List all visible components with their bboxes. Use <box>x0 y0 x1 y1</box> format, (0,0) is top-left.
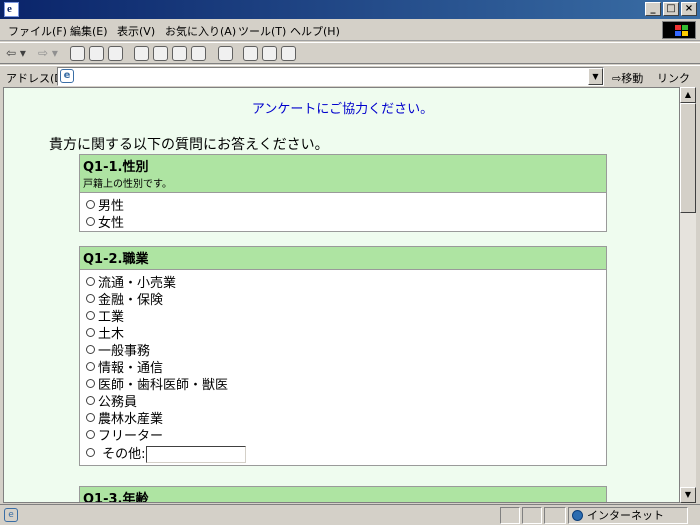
radio-icon[interactable] <box>86 200 95 209</box>
standard-toolbar: ⇦ ▾ ⇨ ▾ <box>0 42 700 64</box>
stop-icon[interactable] <box>70 46 85 61</box>
menu-view[interactable]: 表示(V) <box>117 23 155 39</box>
option-office-work[interactable]: 一般事務 <box>86 340 600 359</box>
address-input[interactable]: e ▼ <box>57 67 604 86</box>
minimize-button[interactable]: _ <box>645 2 661 16</box>
option-female[interactable]: 女性 <box>86 212 600 231</box>
menu-edit[interactable]: 編集(E) <box>70 23 108 39</box>
option-medical[interactable]: 医師・歯科医師・獣医 <box>86 374 600 393</box>
option-agriculture[interactable]: 農林水産業 <box>86 408 600 427</box>
status-panel <box>544 507 566 524</box>
question-title: Q1-1.性別 <box>83 160 149 175</box>
menu-help[interactable]: ヘルプ(H) <box>290 23 340 39</box>
menu-bar: ファイル(F) 編集(E) 表示(V) お気に入り(A) ツール(T) ヘルプ(… <box>0 19 700 41</box>
ie-app-icon[interactable]: e <box>4 2 19 17</box>
edit-icon[interactable] <box>262 46 277 61</box>
maximize-button[interactable]: □ <box>663 2 679 16</box>
page-icon: e <box>60 69 74 83</box>
media-icon[interactable] <box>172 46 187 61</box>
page-status-icon: e <box>4 508 18 522</box>
scroll-up-icon[interactable]: ▲ <box>680 87 696 103</box>
status-panel <box>500 507 520 524</box>
security-zone: インターネット <box>568 507 688 524</box>
address-bar: アドレス(D) e ▼ ⇨移動 リンク <box>0 65 700 87</box>
go-label: 移動 <box>621 72 644 85</box>
radio-icon[interactable] <box>86 362 95 371</box>
question-occupation: Q1-2.職業 流通・小売業 金融・保険 工業 土木 一般事務 情報・通信 医師… <box>79 246 607 466</box>
mail-icon[interactable] <box>218 46 233 61</box>
zone-label: インターネット <box>587 509 664 522</box>
menu-favorites[interactable]: お気に入り(A) <box>165 23 236 39</box>
menu-file[interactable]: ファイル(F) <box>8 23 67 39</box>
question-options: 流通・小売業 金融・保険 工業 土木 一般事務 情報・通信 医師・歯科医師・獣医… <box>80 269 606 465</box>
window-controls: _ □ × <box>645 2 697 16</box>
search-icon[interactable] <box>134 46 149 61</box>
option-label: その他: <box>102 447 146 462</box>
scroll-down-icon[interactable]: ▼ <box>680 487 696 503</box>
refresh-icon[interactable] <box>89 46 104 61</box>
scroll-thumb[interactable] <box>680 103 696 213</box>
other-occupation-input[interactable] <box>145 446 246 463</box>
globe-icon <box>572 510 583 521</box>
radio-icon[interactable] <box>86 448 95 457</box>
option-label: フリーター <box>98 429 164 444</box>
option-civil-engineering[interactable]: 土木 <box>86 323 600 342</box>
favorites-icon[interactable] <box>153 46 168 61</box>
option-it[interactable]: 情報・通信 <box>86 357 600 376</box>
question-header: Q1-1.性別 戸籍上の性別です。 <box>80 155 606 192</box>
radio-icon[interactable] <box>86 277 95 286</box>
radio-icon[interactable] <box>86 430 95 439</box>
question-gender: Q1-1.性別 戸籍上の性別です。 男性 女性 <box>79 154 607 232</box>
option-finance[interactable]: 金融・保険 <box>86 289 600 308</box>
vertical-scrollbar[interactable]: ▲ ▼ <box>680 87 696 503</box>
option-male[interactable]: 男性 <box>86 195 600 214</box>
status-bar: e インターネット <box>0 504 700 525</box>
option-other[interactable]: その他: <box>86 442 600 463</box>
radio-icon[interactable] <box>86 294 95 303</box>
question-options: 男性 女性 <box>80 192 606 231</box>
question-age: Q1-3.年齢 <box>79 486 607 503</box>
history-icon[interactable] <box>191 46 206 61</box>
print-icon[interactable] <box>243 46 258 61</box>
radio-icon[interactable] <box>86 345 95 354</box>
menu-tools[interactable]: ツール(T) <box>238 23 286 39</box>
radio-icon[interactable] <box>86 379 95 388</box>
option-civil-servant[interactable]: 公務員 <box>86 391 600 410</box>
radio-icon[interactable] <box>86 328 95 337</box>
radio-icon[interactable] <box>86 217 95 226</box>
question-header: Q1-2.職業 <box>80 247 606 269</box>
page-viewport: アンケートにご協力ください。 貴方に関する以下の質問にお答えください。 Q1-1… <box>3 87 680 503</box>
discuss-icon[interactable] <box>281 46 296 61</box>
forward-icon[interactable]: ⇨ ▾ <box>38 46 58 62</box>
question-header: Q1-3.年齢 <box>80 487 606 503</box>
option-label: 女性 <box>98 216 125 231</box>
option-retail[interactable]: 流通・小売業 <box>86 272 600 291</box>
radio-icon[interactable] <box>86 311 95 320</box>
question-title: Q1-3.年齢 <box>83 492 149 503</box>
page-heading: アンケートにご協力ください。 <box>251 102 434 117</box>
links-button[interactable]: リンク <box>657 70 690 86</box>
radio-icon[interactable] <box>86 413 95 422</box>
question-subtitle: 戸籍上の性別です。 <box>83 179 172 190</box>
intro-text: 貴方に関する以下の質問にお答えください。 <box>49 137 329 153</box>
status-panel <box>522 507 542 524</box>
windows-logo-icon <box>662 21 696 39</box>
option-freeter[interactable]: フリーター <box>86 425 600 444</box>
close-button[interactable]: × <box>681 2 697 16</box>
question-title: Q1-2.職業 <box>83 252 149 267</box>
address-dropdown-icon[interactable]: ▼ <box>588 68 603 85</box>
title-bar: e _ □ × <box>0 0 700 19</box>
radio-icon[interactable] <box>86 396 95 405</box>
option-industry[interactable]: 工業 <box>86 306 600 325</box>
home-icon[interactable] <box>108 46 123 61</box>
go-button[interactable]: ⇨移動 <box>612 70 643 86</box>
back-icon[interactable]: ⇦ ▾ <box>6 46 26 62</box>
